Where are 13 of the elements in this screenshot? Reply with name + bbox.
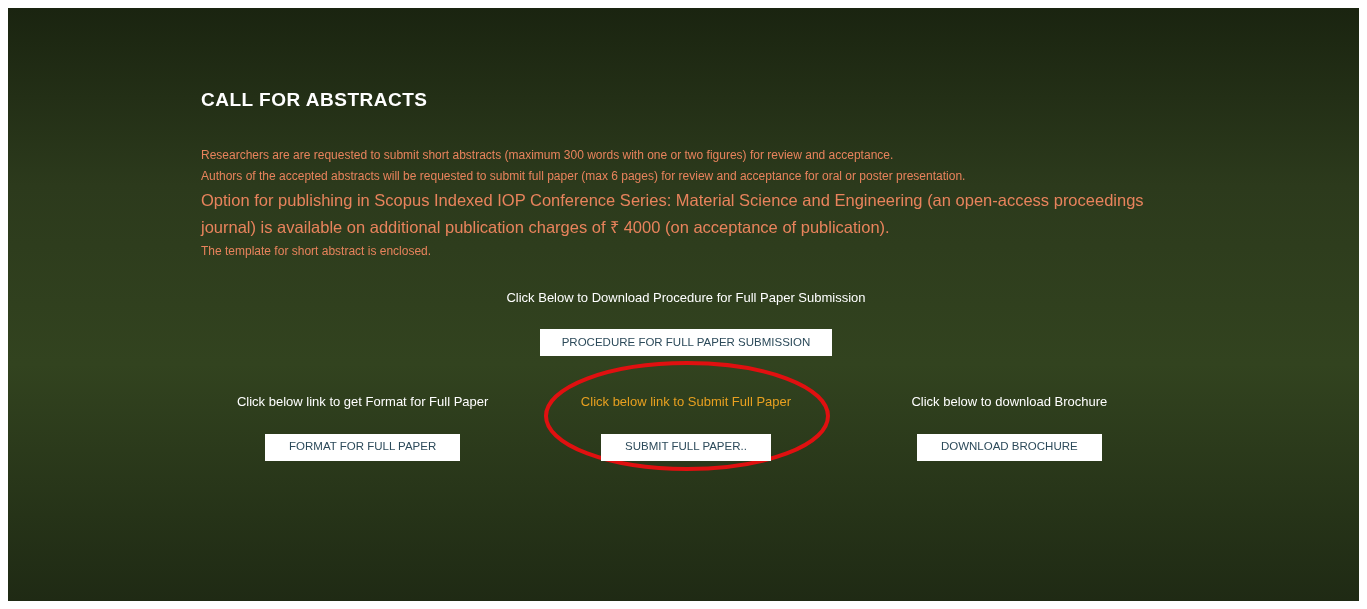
link-label: Click below link to get Format for Full Paper <box>236 393 489 411</box>
section-title: CALL FOR ABSTRACTS <box>201 88 429 112</box>
info-text: The template for short abstract is enclosed. <box>201 242 433 260</box>
link-label: Click below link to Submit Full Paper <box>580 393 792 411</box>
info-text: Researchers are are requested to submit short abstracts (maximum 300 words with one or two figures) for review and acceptance. <box>201 146 895 164</box>
download-button[interactable]: DOWNLOAD BROCHURE <box>916 433 1102 461</box>
download-button[interactable]: FORMAT FOR FULL PAPER <box>265 433 461 461</box>
download-button[interactable]: SUBMIT FULL PAPER.. <box>601 433 771 461</box>
procedure-button[interactable]: PROCEDURE FOR FULL PAPER SUBMISSION <box>539 329 833 356</box>
info-text: Authors of the accepted abstracts will be requested to submit full paper (max 6 pages) for review and acceptance for oral or poster presentation. <box>201 167 967 185</box>
procedure-label: Click Below to Download Procedure for Full Paper Submission <box>506 288 866 307</box>
link-label: Click below to download Brochure <box>911 393 1108 411</box>
info-text: Option for publishing in Scopus Indexed IOP Conference Series: Material Science and Engineering (an open-access proceedings journal) is available on additional publication charges of ₹ 4000 (on acceptance of publication). <box>201 189 1145 238</box>
